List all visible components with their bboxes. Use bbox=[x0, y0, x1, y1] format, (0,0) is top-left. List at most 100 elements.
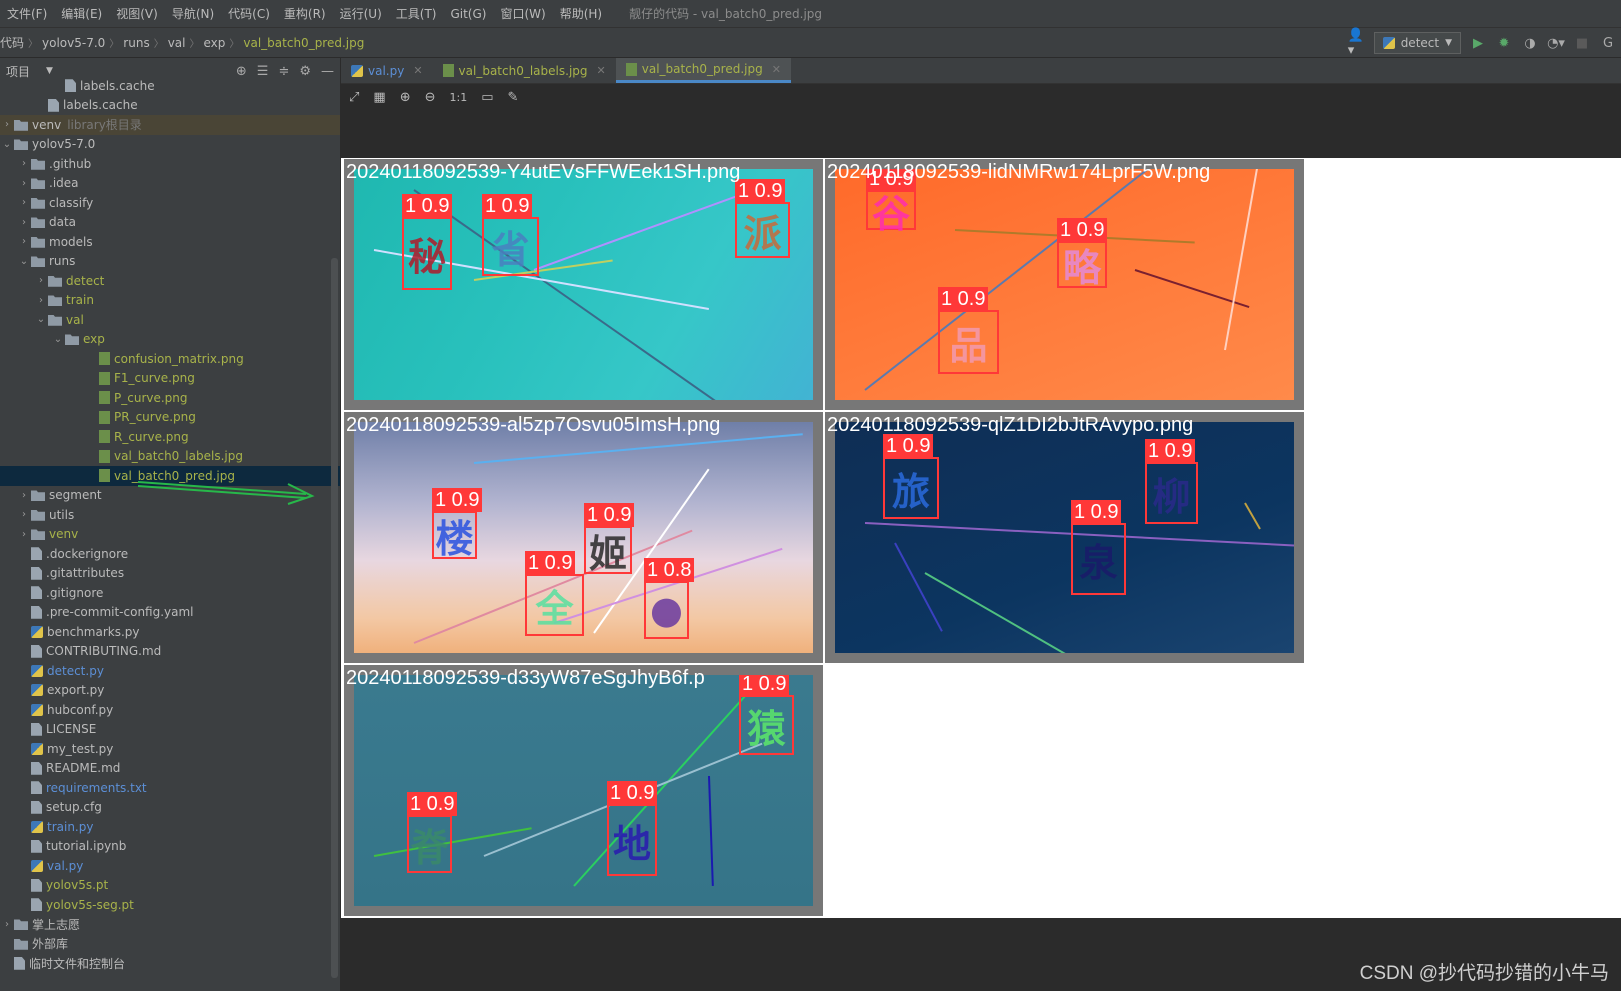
editor-tab[interactable]: val_batch0_labels.jpg ✕ bbox=[433, 58, 616, 83]
tree-item[interactable]: 临时文件和控制台 bbox=[0, 954, 340, 974]
tree-item[interactable]: hubconf.py bbox=[0, 700, 340, 720]
coverage-icon[interactable]: ◑ bbox=[1521, 34, 1539, 52]
tree-item[interactable]: › models bbox=[0, 232, 340, 252]
editor-tab[interactable]: val_batch0_pred.jpg ✕ bbox=[615, 58, 791, 83]
tree-item[interactable]: val_batch0_labels.jpg bbox=[0, 447, 340, 467]
tree-item[interactable]: › detect bbox=[0, 271, 340, 291]
tree-item[interactable]: PR_curve.png bbox=[0, 408, 340, 428]
menu-item[interactable]: 工具(T) bbox=[389, 5, 444, 22]
user-icon[interactable]: 👤▾ bbox=[1348, 28, 1366, 58]
menu-item[interactable]: 导航(N) bbox=[165, 5, 221, 22]
breadcrumb-item[interactable]: yolov5-7.0 bbox=[42, 36, 105, 50]
tree-item[interactable]: tutorial.ipynb bbox=[0, 837, 340, 857]
chevron-icon[interactable]: › bbox=[17, 490, 31, 501]
editor-tab[interactable]: val.py ✕ bbox=[341, 58, 433, 83]
menu-item[interactable]: Git(G) bbox=[443, 7, 493, 21]
profile-icon[interactable]: ◔▾ bbox=[1547, 34, 1565, 52]
debug-icon[interactable]: ✹ bbox=[1495, 34, 1513, 52]
vcs-icon[interactable]: G bbox=[1599, 34, 1617, 52]
tree-item[interactable]: train.py bbox=[0, 817, 340, 837]
close-icon[interactable]: ✕ bbox=[597, 64, 606, 77]
tree-item[interactable]: .gitattributes bbox=[0, 564, 340, 584]
chevron-icon[interactable]: › bbox=[17, 236, 31, 247]
menu-item[interactable]: 帮助(H) bbox=[553, 5, 609, 22]
chevron-icon[interactable]: › bbox=[17, 509, 31, 520]
tree-item[interactable]: benchmarks.py bbox=[0, 622, 340, 642]
chevron-icon[interactable]: ⌄ bbox=[17, 256, 31, 267]
chevron-icon[interactable]: › bbox=[17, 197, 31, 208]
tree-item[interactable]: detect.py bbox=[0, 661, 340, 681]
run-config-selector[interactable]: detect ▼ bbox=[1373, 32, 1461, 54]
tree-item[interactable]: .dockerignore bbox=[0, 544, 340, 564]
menu-item[interactable]: 运行(U) bbox=[333, 5, 389, 22]
background-icon[interactable]: ▭ bbox=[481, 90, 493, 105]
tree-item[interactable]: setup.cfg bbox=[0, 798, 340, 818]
run-icon[interactable]: ▶ bbox=[1469, 34, 1487, 52]
menu-item[interactable]: 视图(V) bbox=[109, 5, 165, 22]
tree-item[interactable]: .gitignore bbox=[0, 583, 340, 603]
tree-item[interactable]: › utils bbox=[0, 505, 340, 525]
breadcrumb-item[interactable]: exp bbox=[204, 36, 226, 50]
tree-item[interactable]: my_test.py bbox=[0, 739, 340, 759]
chevron-down-icon[interactable]: ▼ bbox=[46, 66, 53, 76]
chevron-icon[interactable]: › bbox=[0, 119, 14, 130]
chevron-icon[interactable]: ⌄ bbox=[51, 334, 65, 345]
chevron-icon[interactable]: ⌄ bbox=[34, 314, 48, 325]
menu-item[interactable]: 窗口(W) bbox=[493, 5, 552, 22]
tree-item[interactable]: › 掌上志愿 bbox=[0, 915, 340, 935]
tree-item[interactable]: › venv library根目录 bbox=[0, 115, 340, 135]
tree-item[interactable]: › .github bbox=[0, 154, 340, 174]
tree-item[interactable]: labels.cache bbox=[0, 76, 340, 96]
chevron-icon[interactable]: › bbox=[17, 178, 31, 189]
tree-item[interactable]: › classify bbox=[0, 193, 340, 213]
tree-item[interactable]: yolov5s.pt bbox=[0, 876, 340, 896]
chevron-icon[interactable]: › bbox=[17, 158, 31, 169]
tree-item[interactable]: F1_curve.png bbox=[0, 369, 340, 389]
tree-item[interactable]: requirements.txt bbox=[0, 778, 340, 798]
breadcrumb-file[interactable]: val_batch0_pred.jpg bbox=[243, 36, 364, 50]
grid-icon[interactable]: ▦ bbox=[373, 90, 385, 105]
menu-item[interactable]: 文件(F) bbox=[0, 5, 54, 22]
close-icon[interactable]: ✕ bbox=[772, 63, 781, 76]
tree-item[interactable]: ⌄ runs bbox=[0, 252, 340, 272]
tree-item[interactable]: › venv bbox=[0, 525, 340, 545]
tree-item[interactable]: .pre-commit-config.yaml bbox=[0, 603, 340, 623]
close-icon[interactable]: ✕ bbox=[413, 64, 422, 77]
tree-item[interactable]: ⌄ yolov5-7.0 bbox=[0, 135, 340, 155]
chevron-icon[interactable]: › bbox=[17, 529, 31, 540]
breadcrumb-item[interactable]: runs bbox=[123, 36, 149, 50]
tree-item[interactable]: 外部库 bbox=[0, 934, 340, 954]
tree-item[interactable]: › train bbox=[0, 291, 340, 311]
scrollbar[interactable] bbox=[331, 258, 338, 978]
breadcrumb-root[interactable]: 代码 bbox=[0, 34, 24, 51]
actual-size-icon[interactable]: 1:1 bbox=[450, 91, 468, 104]
tree-item[interactable]: ⌄ val bbox=[0, 310, 340, 330]
breadcrumb-item[interactable]: val bbox=[168, 36, 186, 50]
tree-item[interactable]: labels.cache bbox=[0, 96, 340, 116]
tree-item[interactable]: › data bbox=[0, 213, 340, 233]
tree-item[interactable]: README.md bbox=[0, 759, 340, 779]
chevron-icon[interactable]: ⌄ bbox=[0, 139, 14, 150]
tree-item[interactable]: R_curve.png bbox=[0, 427, 340, 447]
chevron-icon[interactable]: › bbox=[34, 295, 48, 306]
tree-item[interactable]: yolov5s-seg.pt bbox=[0, 895, 340, 915]
tree-item[interactable]: confusion_matrix.png bbox=[0, 349, 340, 369]
zoom-out-icon[interactable]: ⊖ bbox=[425, 90, 436, 105]
tree-item[interactable]: val.py bbox=[0, 856, 340, 876]
zoom-in-icon[interactable]: ⊕ bbox=[400, 90, 411, 105]
chevron-icon[interactable]: › bbox=[17, 217, 31, 228]
menu-item[interactable]: 编辑(E) bbox=[54, 5, 109, 22]
menu-item[interactable]: 代码(C) bbox=[221, 5, 277, 22]
menu-item[interactable]: 重构(R) bbox=[277, 5, 333, 22]
tree-item[interactable]: ⌄ exp bbox=[0, 330, 340, 350]
tree-item[interactable]: LICENSE bbox=[0, 720, 340, 740]
tree-item[interactable]: export.py bbox=[0, 681, 340, 701]
tree-item[interactable]: › .idea bbox=[0, 174, 340, 194]
tree-item[interactable]: P_curve.png bbox=[0, 388, 340, 408]
tree-item[interactable]: CONTRIBUTING.md bbox=[0, 642, 340, 662]
chevron-icon[interactable]: › bbox=[0, 919, 14, 930]
image-canvas[interactable]: 秘1 0.9 省 1 0.9 派 1 0.9 20240118092539-Y4utEVs… bbox=[341, 158, 1621, 918]
chevron-icon[interactable]: › bbox=[34, 275, 48, 286]
stop-icon[interactable]: ■ bbox=[1573, 34, 1591, 52]
eyedropper-icon[interactable]: ✎ bbox=[508, 90, 519, 105]
